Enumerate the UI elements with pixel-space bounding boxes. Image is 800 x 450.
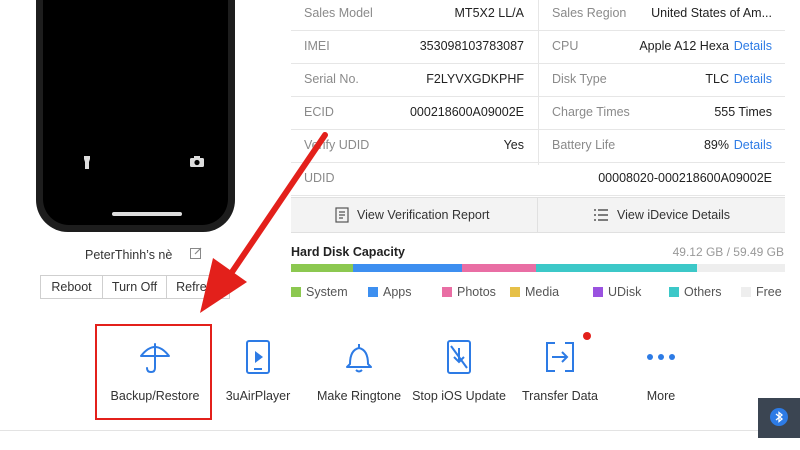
report-icon (335, 207, 349, 223)
legend-apps: Apps (368, 285, 412, 299)
device-name: PeterThinh’s nè (85, 248, 173, 262)
legend-free: Free (741, 285, 782, 299)
sales-model-value: MT5X2 LL/A (454, 6, 524, 20)
device-control-bar: Reboot Turn Off Refresh (40, 275, 230, 299)
stop-update-icon (447, 340, 471, 374)
legend-label: System (306, 285, 348, 299)
sales-region-value: United States of Am... (651, 6, 772, 20)
legend-label: Photos (457, 285, 496, 299)
info-row-sales: Sales Model MT5X2 LL/A Sales Region Unit… (291, 0, 785, 31)
transfer-icon (546, 342, 574, 372)
view-idevice-details-label: View iDevice Details (617, 208, 731, 222)
info-row-verify: Verify UDID Yes Battery Life 89% Details (291, 130, 785, 163)
play-screen-icon (246, 340, 270, 374)
udid-value: 00008020-000218600A09002E (598, 171, 772, 185)
stop-ios-update-tool[interactable]: Stop iOS Update (404, 330, 514, 420)
battery-life-value: 89% (703, 138, 729, 152)
info-row-serial: Serial No. F2LYVXGDKPHF Disk Type TLC De… (291, 64, 785, 97)
legend-label: UDisk (608, 285, 642, 299)
detail-actions-bar: View Verification Report View iDevice De… (291, 197, 785, 233)
disk-legend: System Apps Photos Media UDisk Others Fr… (291, 285, 785, 301)
cpu-details-link[interactable]: Details (734, 31, 772, 64)
disk-usage-bar (291, 264, 785, 272)
legend-label: Apps (383, 285, 412, 299)
transfer-data-label: Transfer Data (522, 389, 598, 403)
info-row-imei: IMEI 353098103783087 CPU Apple A12 Hexa … (291, 31, 785, 64)
more-tool[interactable]: More (606, 330, 716, 420)
verify-udid-value: Yes (503, 138, 524, 152)
bluetooth-icon (770, 408, 788, 426)
charge-times-label: Charge Times (552, 105, 630, 119)
refresh-button[interactable]: Refresh (167, 276, 229, 298)
legend-label: Free (756, 285, 782, 299)
camera-icon (190, 156, 204, 170)
airplayer-label: 3uAirPlayer (225, 389, 291, 403)
more-dots-icon (647, 354, 675, 360)
view-verification-report-label: View Verification Report (357, 208, 490, 222)
view-verification-report-button[interactable]: View Verification Report (335, 198, 489, 232)
ecid-value: 000218600A09002E (409, 105, 524, 119)
charge-times-value: 555 Times (714, 105, 772, 119)
info-row-udid: UDID 00008020-000218600A09002E (291, 163, 785, 196)
hard-disk-title: Hard Disk Capacity (291, 245, 405, 259)
action-divider (537, 198, 538, 232)
legend-others: Others (669, 285, 722, 299)
reboot-button[interactable]: Reboot (41, 276, 103, 298)
battery-details-link[interactable]: Details (734, 130, 772, 163)
disk-segment-others (535, 264, 697, 272)
serial-value: F2LYVXGDKPHF (426, 72, 524, 86)
cpu-value: Apple A12 Hexa (639, 39, 729, 53)
legend-system: System (291, 285, 348, 299)
airplayer-tool[interactable]: 3uAirPlayer (203, 330, 313, 420)
edit-name-icon[interactable] (190, 247, 202, 259)
info-row-ecid: ECID 000218600A09002E Charge Times 555 T… (291, 97, 785, 130)
more-label: More (646, 389, 676, 403)
disk-segment-photos (462, 264, 536, 272)
imei-value: 353098103783087 (419, 39, 524, 53)
disk-type-label: Disk Type (552, 72, 607, 86)
legend-photos: Photos (442, 285, 496, 299)
battery-life-label: Battery Life (552, 138, 616, 152)
notification-dot (583, 332, 591, 340)
disk-type-details-link[interactable]: Details (734, 64, 772, 97)
view-idevice-details-button[interactable]: View iDevice Details (593, 198, 730, 232)
turn-off-button[interactable]: Turn Off (103, 276, 167, 298)
list-icon (594, 209, 608, 221)
disk-segment-apps (352, 264, 463, 272)
flashlight-icon (80, 156, 94, 170)
device-phone-image (36, 0, 235, 232)
ecid-label: ECID (304, 105, 334, 119)
sales-region-label: Sales Region (552, 6, 627, 20)
highlight-box (95, 324, 212, 420)
legend-udisk: UDisk (593, 285, 641, 299)
sales-model-label: Sales Model (304, 6, 373, 20)
cpu-label: CPU (552, 39, 579, 53)
transfer-data-tool[interactable]: Transfer Data (505, 330, 615, 420)
make-ringtone-tool[interactable]: Make Ringtone (304, 330, 414, 420)
bluetooth-badge[interactable] (758, 398, 800, 438)
home-indicator (112, 212, 182, 216)
verify-udid-label: Verify UDID (304, 138, 370, 152)
bell-icon (346, 344, 372, 373)
legend-media: Media (510, 285, 559, 299)
disk-segment-system (291, 264, 353, 272)
serial-label: Serial No. (304, 72, 359, 86)
udid-label: UDID (304, 171, 335, 185)
imei-label: IMEI (304, 39, 330, 53)
legend-label: Media (525, 285, 560, 299)
hard-disk-size: 49.12 GB / 59.49 GB (672, 245, 784, 259)
disk-segment-free (696, 264, 785, 272)
phone-screen (43, 0, 228, 225)
make-ringtone-label: Make Ringtone (316, 389, 402, 403)
disk-type-value: TLC (705, 72, 729, 86)
bottom-divider (0, 430, 800, 431)
legend-label: Others (684, 285, 722, 299)
stop-ios-update-label: Stop iOS Update (412, 389, 506, 403)
